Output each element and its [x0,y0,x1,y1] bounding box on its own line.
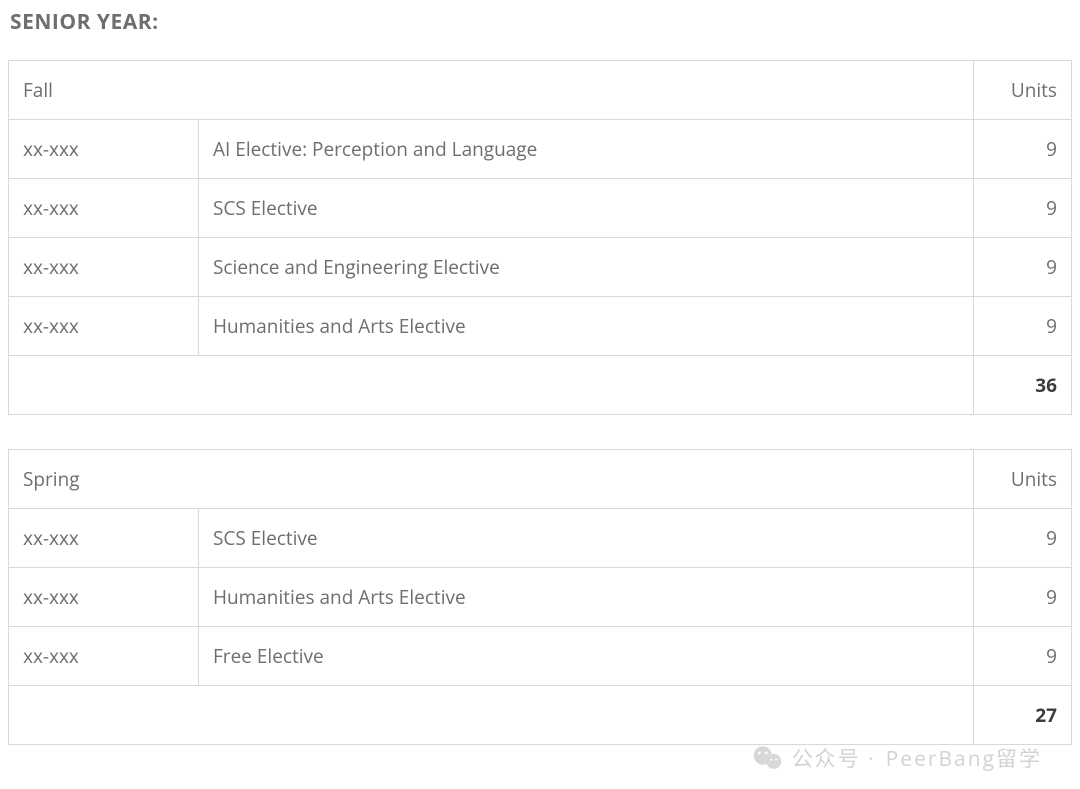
total-label [9,356,974,415]
table-row: xx-xxx Humanities and Arts Elective 9 [9,297,1072,356]
total-label [9,686,974,745]
course-units: 9 [974,297,1072,356]
course-code: xx-xxx [9,120,199,179]
course-units: 9 [974,509,1072,568]
course-code: xx-xxx [9,509,199,568]
units-header: Units [974,450,1072,509]
watermark-prefix: 公众号 · [792,743,876,773]
course-name: Humanities and Arts Elective [199,568,974,627]
fall-table: Fall Units xx-xxx AI Elective: Perceptio… [8,60,1072,415]
table-row: xx-xxx Free Elective 9 [9,627,1072,686]
table-row: xx-xxx Science and Engineering Elective … [9,238,1072,297]
total-row: 27 [9,686,1072,745]
page-title: SENIOR YEAR: [10,8,1072,36]
wechat-icon [752,745,782,771]
table-header-row: Fall Units [9,61,1072,120]
course-name: Humanities and Arts Elective [199,297,974,356]
course-code: xx-xxx [9,568,199,627]
course-code: xx-xxx [9,179,199,238]
course-name: SCS Elective [199,509,974,568]
watermark-name: PeerBang留学 [886,743,1042,773]
course-name: Free Elective [199,627,974,686]
table-header-row: Spring Units [9,450,1072,509]
course-name: SCS Elective [199,179,974,238]
watermark: 公众号 · PeerBang留学 [752,743,1042,773]
course-code: xx-xxx [9,627,199,686]
course-units: 9 [974,568,1072,627]
total-row: 36 [9,356,1072,415]
term-label: Fall [9,61,974,120]
course-units: 9 [974,627,1072,686]
spring-table: Spring Units xx-xxx SCS Elective 9 xx-xx… [8,449,1072,745]
term-label: Spring [9,450,974,509]
course-code: xx-xxx [9,297,199,356]
course-name: AI Elective: Perception and Language [199,120,974,179]
course-name: Science and Engineering Elective [199,238,974,297]
course-units: 9 [974,238,1072,297]
table-row: xx-xxx SCS Elective 9 [9,509,1072,568]
units-header: Units [974,61,1072,120]
course-code: xx-xxx [9,238,199,297]
total-units: 36 [974,356,1072,415]
course-units: 9 [974,179,1072,238]
table-row: xx-xxx AI Elective: Perception and Langu… [9,120,1072,179]
course-units: 9 [974,120,1072,179]
table-row: xx-xxx Humanities and Arts Elective 9 [9,568,1072,627]
total-units: 27 [974,686,1072,745]
table-row: xx-xxx SCS Elective 9 [9,179,1072,238]
